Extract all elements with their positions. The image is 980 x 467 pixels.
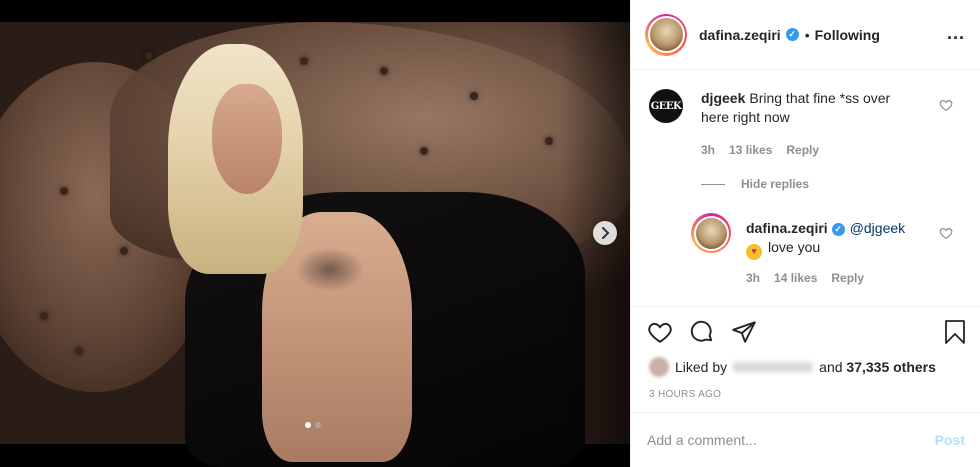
comment-form: Add a comment... Post: [631, 412, 980, 467]
carousel-next-button[interactable]: [593, 221, 617, 245]
post-header: dafina.zeqiri ✓ • Following ...: [631, 0, 980, 70]
divider: [701, 183, 725, 185]
reply-reply-button[interactable]: Reply: [831, 271, 864, 285]
carousel-dot-active: [305, 422, 311, 428]
reply-like-heart-icon[interactable]: [939, 226, 953, 240]
couch-button: [545, 137, 553, 145]
liked-by: Liked by and 37,335 others: [649, 357, 936, 377]
post-timestamp[interactable]: 3 HOURS AGO: [649, 389, 721, 400]
heart-icon[interactable]: [647, 319, 673, 345]
couch-button: [300, 57, 308, 65]
reply-comment: dafina.zeqiri ✓ @djgeek ♥ love you: [691, 213, 936, 260]
liked-by-and: and: [819, 359, 843, 375]
following-button[interactable]: Following: [815, 27, 880, 43]
comment-username[interactable]: djgeek: [701, 90, 745, 106]
couch-button: [380, 67, 388, 75]
liked-by-label: Liked by: [675, 359, 728, 375]
reply-likes[interactable]: 14 likes: [774, 271, 817, 285]
couch-button: [60, 187, 68, 195]
reply-mention[interactable]: @djgeek: [850, 220, 905, 236]
comment-likes[interactable]: 13 likes: [729, 143, 772, 157]
commenter-avatar[interactable]: GEEK: [649, 89, 683, 123]
reply-avatar[interactable]: [691, 213, 731, 253]
bookmark-icon[interactable]: [943, 319, 967, 345]
post-photo[interactable]: [0, 22, 630, 467]
comment-like-heart-icon[interactable]: [939, 98, 953, 112]
comment-icon[interactable]: [689, 319, 715, 345]
liker-avatar[interactable]: [649, 357, 669, 377]
figure-tattoo: [295, 247, 365, 292]
reply-text: love you: [768, 239, 821, 255]
verified-badge-icon: ✓: [831, 223, 845, 236]
figure-face: [212, 84, 282, 194]
avatar-image: [649, 18, 683, 51]
post-comment-button[interactable]: Post: [935, 432, 965, 448]
comment-body: djgeek Bring that fine *ss over here righ…: [701, 89, 911, 127]
carousel-dot: [315, 422, 321, 428]
couch-button: [470, 92, 478, 100]
couch-button: [75, 347, 83, 355]
hide-replies-button[interactable]: Hide replies: [701, 177, 809, 191]
header-separator: •: [804, 26, 810, 43]
reply-meta: 3h 14 likes Reply: [746, 271, 864, 285]
post-author-username[interactable]: dafina.zeqiri: [699, 27, 781, 43]
reply-time: 3h: [746, 271, 761, 285]
couch-button: [420, 147, 428, 155]
reply-body: dafina.zeqiri ✓ @djgeek ♥ love you: [746, 219, 936, 260]
post-actions: Liked by and 37,335 others 3 HOURS AGO: [631, 306, 980, 412]
more-options-icon[interactable]: ...: [947, 24, 965, 42]
post-media: [0, 0, 630, 467]
couch-button: [120, 247, 128, 255]
couch-button: [40, 312, 48, 320]
verified-badge-icon: ✓: [785, 28, 799, 41]
avatar-image: [695, 217, 727, 249]
likes-count[interactable]: 37,335 others: [846, 359, 936, 375]
comment-time: 3h: [701, 143, 716, 157]
post-panel: dafina.zeqiri ✓ • Following ... GEEK djg…: [630, 0, 980, 467]
couch-button: [145, 52, 153, 60]
comments-list: GEEK djgeek Bring that fine *ss over here…: [631, 71, 980, 306]
hide-replies-label: Hide replies: [741, 177, 810, 191]
share-icon[interactable]: [731, 319, 757, 345]
comment: GEEK djgeek Bring that fine *ss over here…: [649, 89, 911, 127]
heart-eyes-emoji-icon: ♥: [746, 243, 762, 260]
liker-username-redacted[interactable]: [733, 362, 814, 372]
comment-meta: 3h 13 likes Reply: [701, 143, 819, 157]
reply-username[interactable]: dafina.zeqiri: [746, 220, 828, 236]
chevron-right-icon: [602, 227, 610, 239]
carousel-indicator: [305, 422, 321, 428]
action-icons: [647, 319, 757, 345]
avatar[interactable]: [645, 13, 687, 56]
comment-reply-button[interactable]: Reply: [786, 143, 819, 157]
comment-input[interactable]: Add a comment...: [647, 432, 935, 448]
